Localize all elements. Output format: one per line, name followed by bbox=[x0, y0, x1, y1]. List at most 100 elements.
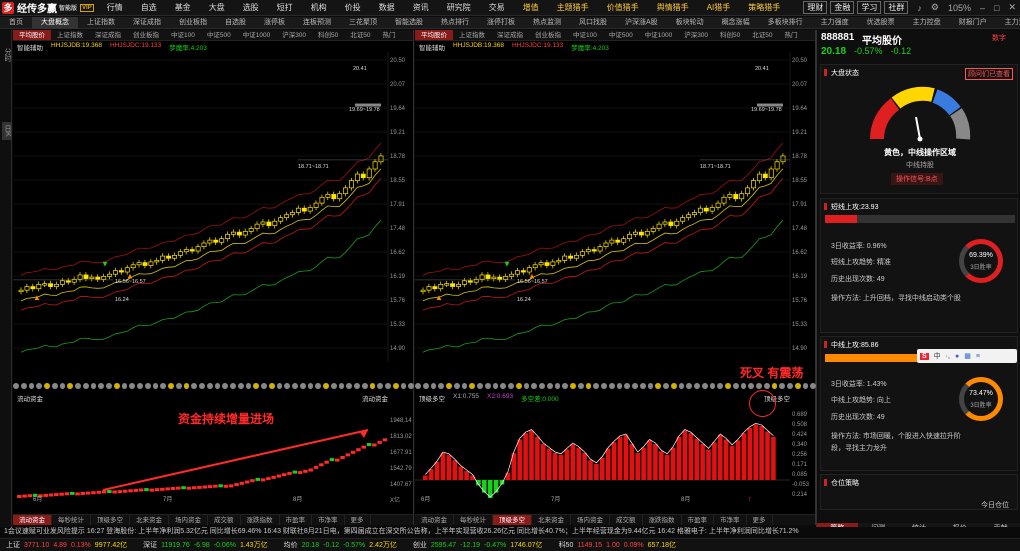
menu-item-11[interactable]: 交易 bbox=[480, 2, 514, 13]
bottom-tab-9[interactable]: 更多 bbox=[747, 515, 773, 525]
ime-punct-icon[interactable]: ·, bbox=[946, 353, 950, 360]
menu-item-17[interactable]: 策略猎手 bbox=[739, 2, 789, 13]
right-candlestick-chart[interactable]: 20.50 20.07 19.64 19.21 18.78 18.55 17.91 17.48… bbox=[415, 52, 816, 382]
index-tab-10[interactable]: 热门 bbox=[377, 30, 402, 40]
index-status-4[interactable]: 科50 1149.15 1.00 0.09% 657.18亿 bbox=[553, 540, 687, 550]
menu-item-1[interactable]: 自选 bbox=[132, 2, 166, 13]
menu-item-0[interactable]: 行情 bbox=[98, 2, 132, 13]
tab-22[interactable]: 主力资金 bbox=[996, 17, 1020, 29]
ime-lang-icon[interactable]: 中 bbox=[934, 351, 941, 361]
menu-item-15[interactable]: 舆情猎手 bbox=[648, 2, 698, 13]
tab-16[interactable]: 概念涨幅 bbox=[713, 17, 759, 29]
tab-21[interactable]: 财报门户 bbox=[950, 17, 996, 29]
index-status-3[interactable]: 创业 2595.47 -12.19 -0.47% 1746.07亿 bbox=[407, 540, 553, 550]
bottom-tab-0[interactable]: 流动资金 bbox=[415, 515, 454, 525]
tab-3[interactable]: 深证成指 bbox=[124, 17, 170, 29]
index-tab-4[interactable]: 中证100 bbox=[567, 30, 603, 40]
bottom-tab-0[interactable]: 流动资金 bbox=[13, 515, 52, 525]
menu-item-10[interactable]: 研究院 bbox=[438, 2, 480, 13]
index-tab-1[interactable]: 上证指数 bbox=[51, 30, 89, 40]
index-tab-3[interactable]: 创业板指 bbox=[127, 30, 165, 40]
menu-item-6[interactable]: 机构 bbox=[302, 2, 336, 13]
bottom-tab-4[interactable]: 场内资金 bbox=[571, 515, 610, 525]
bottom-tab-7[interactable]: 市盈率 bbox=[682, 515, 714, 525]
zoom-level[interactable]: 105% bbox=[948, 3, 971, 13]
tab-0[interactable]: 首页 bbox=[0, 17, 32, 29]
index-tab-6[interactable]: 中证1000 bbox=[639, 30, 678, 40]
left-candlestick-chart[interactable]: 20.50 20.07 19.64 19.21 18.78 18.55 17.91 17.48… bbox=[13, 52, 414, 382]
tab-6[interactable]: 涨停板 bbox=[255, 17, 294, 29]
tab-7[interactable]: 连板预测 bbox=[294, 17, 340, 29]
advisor-link[interactable]: 顾问们已查看 bbox=[965, 68, 1013, 80]
index-tab-9[interactable]: 北证50 bbox=[746, 30, 778, 40]
bottom-tab-7[interactable]: 市盈率 bbox=[280, 515, 312, 525]
ime-mic-icon[interactable]: ● bbox=[955, 353, 959, 360]
view-tab-fenshi[interactable]: 分时 bbox=[2, 48, 12, 62]
index-tab-4[interactable]: 中证100 bbox=[165, 30, 201, 40]
index-tab-5[interactable]: 中证500 bbox=[201, 30, 237, 40]
bottom-tab-6[interactable]: 涨跌指数 bbox=[241, 515, 280, 525]
menu-item-12[interactable]: 增值 bbox=[514, 2, 548, 13]
tab-10[interactable]: 热点排行 bbox=[432, 17, 478, 29]
minimize-icon[interactable]: – bbox=[980, 3, 985, 13]
tab-9[interactable]: 智能选股 bbox=[386, 17, 432, 29]
right-oscillator-chart[interactable]: 0.689 0.508 0.424 0.340 0.256 0.171 0.085 -0.05… bbox=[415, 402, 816, 502]
tab-1[interactable]: 大盘概念 bbox=[32, 16, 78, 29]
tab-13[interactable]: 风口找股 bbox=[570, 17, 616, 29]
stock-badge[interactable]: 数字 bbox=[992, 33, 1006, 43]
index-tab-7[interactable]: 沪深300 bbox=[678, 30, 714, 40]
bottom-tab-8[interactable]: 市净率 bbox=[312, 515, 345, 525]
bottom-tab-2[interactable]: 顶级多空 bbox=[493, 515, 532, 525]
tab-5[interactable]: 自选股 bbox=[216, 17, 255, 29]
index-tab-5[interactable]: 中证500 bbox=[603, 30, 639, 40]
index-tab-3[interactable]: 创业板指 bbox=[529, 30, 567, 40]
bell-icon[interactable]: ♪ bbox=[917, 3, 922, 13]
tab-20[interactable]: 主力控盘 bbox=[904, 17, 950, 29]
settings-icon[interactable]: ⚙ bbox=[931, 2, 939, 13]
index-tab-6[interactable]: 中证1000 bbox=[237, 30, 276, 40]
tab-17[interactable]: 多板块排行 bbox=[759, 17, 812, 29]
news-ticker[interactable]: 1会议速赋可业发风险提示 16:27 登海股份: 上半年净利润5.32亿元 同比… bbox=[0, 527, 1020, 537]
index-tab-7[interactable]: 沪深300 bbox=[276, 30, 312, 40]
bottom-tab-6[interactable]: 涨跌指数 bbox=[643, 515, 682, 525]
index-tab-2[interactable]: 深证成指 bbox=[89, 30, 127, 40]
tab-11[interactable]: 涨停打板 bbox=[478, 17, 524, 29]
tab-18[interactable]: 主力强度 bbox=[812, 17, 858, 29]
menu-item-4[interactable]: 选股 bbox=[234, 2, 268, 13]
menu-btn-xuexi[interactable]: 学习 bbox=[857, 1, 882, 14]
bottom-tab-2[interactable]: 顶级多空 bbox=[91, 515, 130, 525]
menu-btn-licai[interactable]: 理财 bbox=[803, 1, 828, 14]
app-logo[interactable]: 多 经传多赢 智能版 VIP bbox=[0, 0, 98, 15]
index-tab-1[interactable]: 上证指数 bbox=[453, 30, 491, 40]
tab-4[interactable]: 创业板指 bbox=[170, 17, 216, 29]
menu-item-8[interactable]: 数据 bbox=[370, 2, 404, 13]
index-tab-8[interactable]: 科创50 bbox=[312, 30, 344, 40]
menu-item-2[interactable]: 基金 bbox=[166, 2, 200, 13]
index-tab-0[interactable]: 平均股价 bbox=[13, 30, 51, 40]
bottom-tab-3[interactable]: 北来资金 bbox=[532, 515, 571, 525]
menu-btn-shequn[interactable]: 社群 bbox=[884, 1, 909, 14]
menu-item-13[interactable]: 主题猎手 bbox=[548, 2, 598, 13]
bottom-tab-5[interactable]: 成交额 bbox=[208, 515, 241, 525]
bottom-tab-3[interactable]: 北来资金 bbox=[130, 515, 169, 525]
menu-item-9[interactable]: 资讯 bbox=[404, 2, 438, 13]
menu-item-7[interactable]: 价投 bbox=[336, 2, 370, 13]
index-tab-0[interactable]: 平均股价 bbox=[415, 30, 453, 40]
tab-15[interactable]: 板块轮动 bbox=[667, 17, 713, 29]
view-tab-rik[interactable]: 日K bbox=[2, 122, 12, 140]
menu-btn-jinrong[interactable]: 金融 bbox=[830, 1, 855, 14]
menu-item-3[interactable]: 大盘 bbox=[200, 2, 234, 13]
tab-19[interactable]: 优选股票 bbox=[858, 17, 904, 29]
menu-item-14[interactable]: 价值猎手 bbox=[598, 2, 648, 13]
ime-keyboard-icon[interactable]: ▦ bbox=[964, 352, 971, 360]
bottom-tab-4[interactable]: 场内资金 bbox=[169, 515, 208, 525]
close-icon[interactable]: ✕ bbox=[1008, 2, 1016, 13]
tab-14[interactable]: 沪深涨A股 bbox=[616, 17, 667, 29]
ime-menu-icon[interactable]: ≡ bbox=[976, 353, 980, 360]
index-status-0[interactable]: 上证 3771.10 4.89 0.13% 9977.42亿 bbox=[0, 540, 137, 550]
maximize-icon[interactable]: □ bbox=[994, 3, 999, 13]
index-tab-2[interactable]: 深证成指 bbox=[491, 30, 529, 40]
bottom-tab-1[interactable]: 每秒统计 bbox=[52, 515, 91, 525]
bottom-tab-5[interactable]: 成交额 bbox=[610, 515, 643, 525]
index-tab-9[interactable]: 北证50 bbox=[344, 30, 376, 40]
